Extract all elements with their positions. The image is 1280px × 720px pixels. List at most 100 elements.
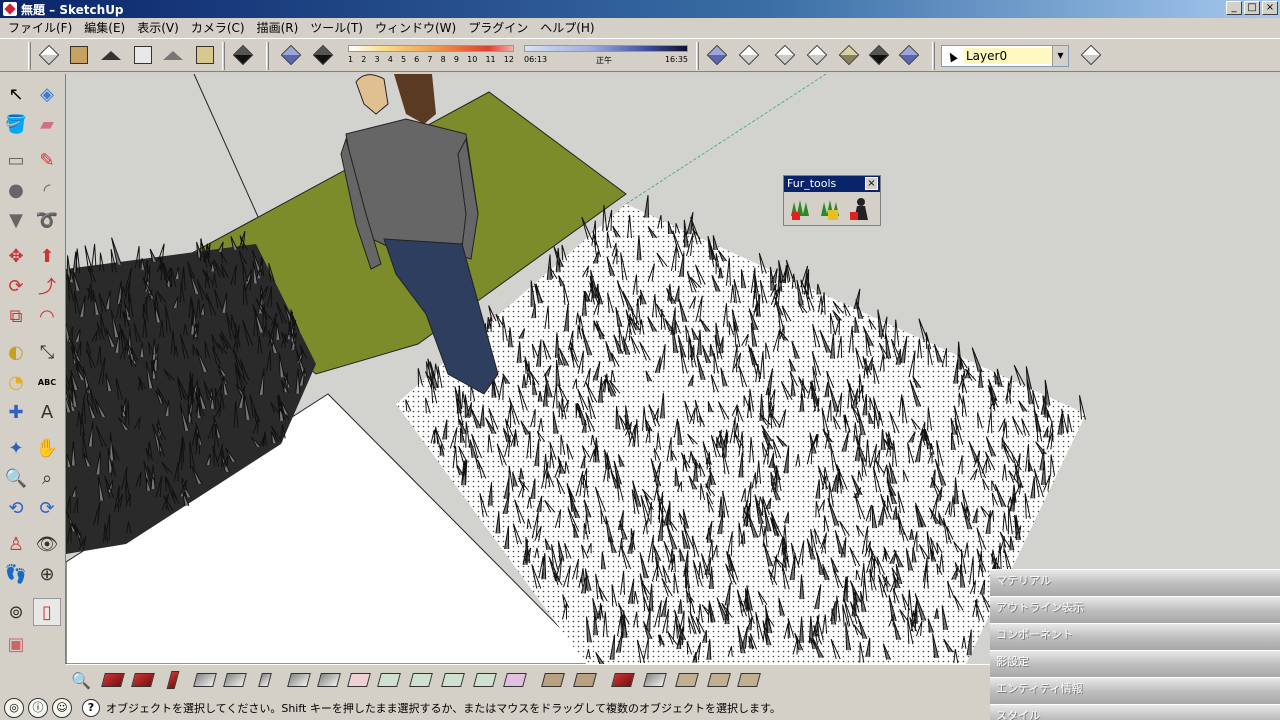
shadow-settings-panel-header[interactable]: 影設定 [990,650,1280,677]
zoom-window-tool[interactable]: ⌕ [33,464,61,492]
components-panel-header[interactable]: コンポーネント [990,623,1280,650]
text-tool[interactable]: ABC [33,368,61,396]
month-slider-track[interactable] [348,45,514,52]
tape-measure-tool[interactable]: ◐ [2,338,30,366]
layer-manager-button[interactable] [1078,42,1104,68]
select-tool[interactable]: ↖ [2,80,30,108]
month-slider[interactable]: 1 2 3 4 5 6 7 8 9 10 11 12 [348,45,518,69]
bottom-tool-19[interactable] [642,668,668,692]
rectangle-tool[interactable]: ▭ [2,146,30,174]
bottom-tool-6[interactable] [222,668,248,692]
right-view-button[interactable] [130,42,156,68]
orbit-tool[interactable]: ✦ [2,434,30,462]
time-slider-track[interactable] [524,45,688,52]
menu-tools[interactable]: ツール(T) [304,19,369,36]
bottom-tool-2[interactable] [100,668,126,692]
bottom-tool-7[interactable] [252,668,278,692]
bottom-tool-8[interactable] [286,668,312,692]
styles-panel-header[interactable]: スタイル [990,704,1280,720]
look-around-icon[interactable]: 👁 [33,530,61,558]
fur-tool-button-1[interactable] [788,196,814,222]
display-shadows-button[interactable] [310,42,336,68]
menu-camera[interactable]: カメラ(C) [185,19,251,36]
dimension-tool[interactable]: ⤡ [33,338,61,366]
menu-draw[interactable]: 描画(R) [251,19,305,36]
follow-me-tool[interactable]: ⤴ [33,272,61,300]
axes-tool[interactable]: ✚ [2,398,30,426]
fur-tools-close-button[interactable]: × [865,177,878,190]
bottom-tool-11[interactable] [376,668,402,692]
push-pull-tool[interactable]: ⬆ [33,242,61,270]
bottom-tool-13[interactable] [440,668,466,692]
minimize-button[interactable]: _ [1226,1,1242,15]
left-view-button[interactable] [192,42,218,68]
menu-edit[interactable]: 編集(E) [78,19,131,36]
sandbox-search-button[interactable]: 🔍 [68,668,94,692]
shadow-settings-button[interactable] [278,42,304,68]
iso-view-button[interactable] [36,42,62,68]
menu-file[interactable]: ファイル(F) [2,19,78,36]
wireframe-button[interactable] [736,42,762,68]
zoom-extents-tool[interactable]: ⟲ [2,494,30,522]
circle-tool[interactable]: ● [2,176,30,204]
section-plane-button[interactable] [230,42,256,68]
geo-location-icon[interactable]: ◎ [4,698,24,718]
rotate-tool[interactable]: ⟳ [2,272,30,300]
layer-dropdown[interactable]: Layer0 ▼ [941,45,1069,67]
menu-help[interactable]: ヘルプ(H) [534,19,600,36]
position-camera-tool[interactable]: ♙ [2,530,30,558]
maximize-button[interactable]: □ [1244,1,1260,15]
front-view-button[interactable] [98,42,124,68]
polygon-tool[interactable]: ▼ [2,206,30,234]
bottom-tool-18[interactable] [610,668,636,692]
user-icon[interactable]: ☺ [52,698,72,718]
eraser-tool[interactable]: ▰ [33,110,61,138]
shaded-textures-button[interactable] [836,42,862,68]
hidden-line-button[interactable] [772,42,798,68]
menu-plugins[interactable]: プラグイン [462,19,534,36]
protractor-tool[interactable]: ◔ [2,368,30,396]
sandbox-tool[interactable]: ⊚ [2,598,30,626]
close-button[interactable]: × [1262,1,1278,15]
bottom-tool-22[interactable] [736,668,762,692]
bottom-tool-17[interactable] [572,668,598,692]
chevron-down-icon[interactable]: ▼ [1052,46,1068,66]
back-view-button[interactable] [160,42,186,68]
pan-tool[interactable]: ✋ [33,434,61,462]
paint-bucket-tool[interactable]: 🪣 [2,110,30,138]
bottom-tool-12[interactable] [408,668,434,692]
bottom-tool-10[interactable] [346,668,372,692]
outliner-panel-header[interactable]: アウトライン表示 [990,596,1280,623]
menu-view[interactable]: 表示(V) [131,19,185,36]
scale-tool[interactable]: ⧉ [2,302,30,330]
bottom-tool-20[interactable] [674,668,700,692]
top-view-button[interactable] [66,42,92,68]
extra-tool[interactable]: ▣ [2,630,30,658]
offset-tool[interactable]: ◠ [33,302,61,330]
bottom-tool-16[interactable] [540,668,566,692]
shaded-button[interactable] [804,42,830,68]
menu-window[interactable]: ウィンドウ(W) [369,19,462,36]
bottom-tool-15[interactable] [502,668,528,692]
fur-tool-button-3[interactable] [848,196,874,222]
fur-tools-titlebar[interactable]: Fur_tools × [784,176,880,192]
section-plane-tool[interactable]: ⊕ [33,560,61,588]
entity-info-panel-header[interactable]: エンティティ情報 [990,677,1280,704]
bottom-tool-21[interactable] [706,668,732,692]
active-tool[interactable]: ▯ [33,598,61,626]
pencil-tool[interactable]: ✎ [33,146,61,174]
zoom-tool[interactable]: 🔍 [2,464,30,492]
make-component-tool[interactable]: ◈ [33,80,61,108]
bottom-tool-4[interactable] [160,668,186,692]
previous-view-tool[interactable]: ⟳ [33,494,61,522]
help-icon[interactable]: ? [82,699,100,717]
3d-text-tool[interactable]: A [33,398,61,426]
walk-tool[interactable]: 👣 [2,560,30,588]
bottom-tool-5[interactable] [192,668,218,692]
style-button[interactable] [896,42,922,68]
move-tool[interactable]: ✥ [2,242,30,270]
bottom-tool-14[interactable] [472,668,498,692]
bottom-tool-3[interactable] [130,668,156,692]
fur-tool-button-2[interactable] [818,196,844,222]
materials-panel-header[interactable]: マテリアル [990,569,1280,596]
